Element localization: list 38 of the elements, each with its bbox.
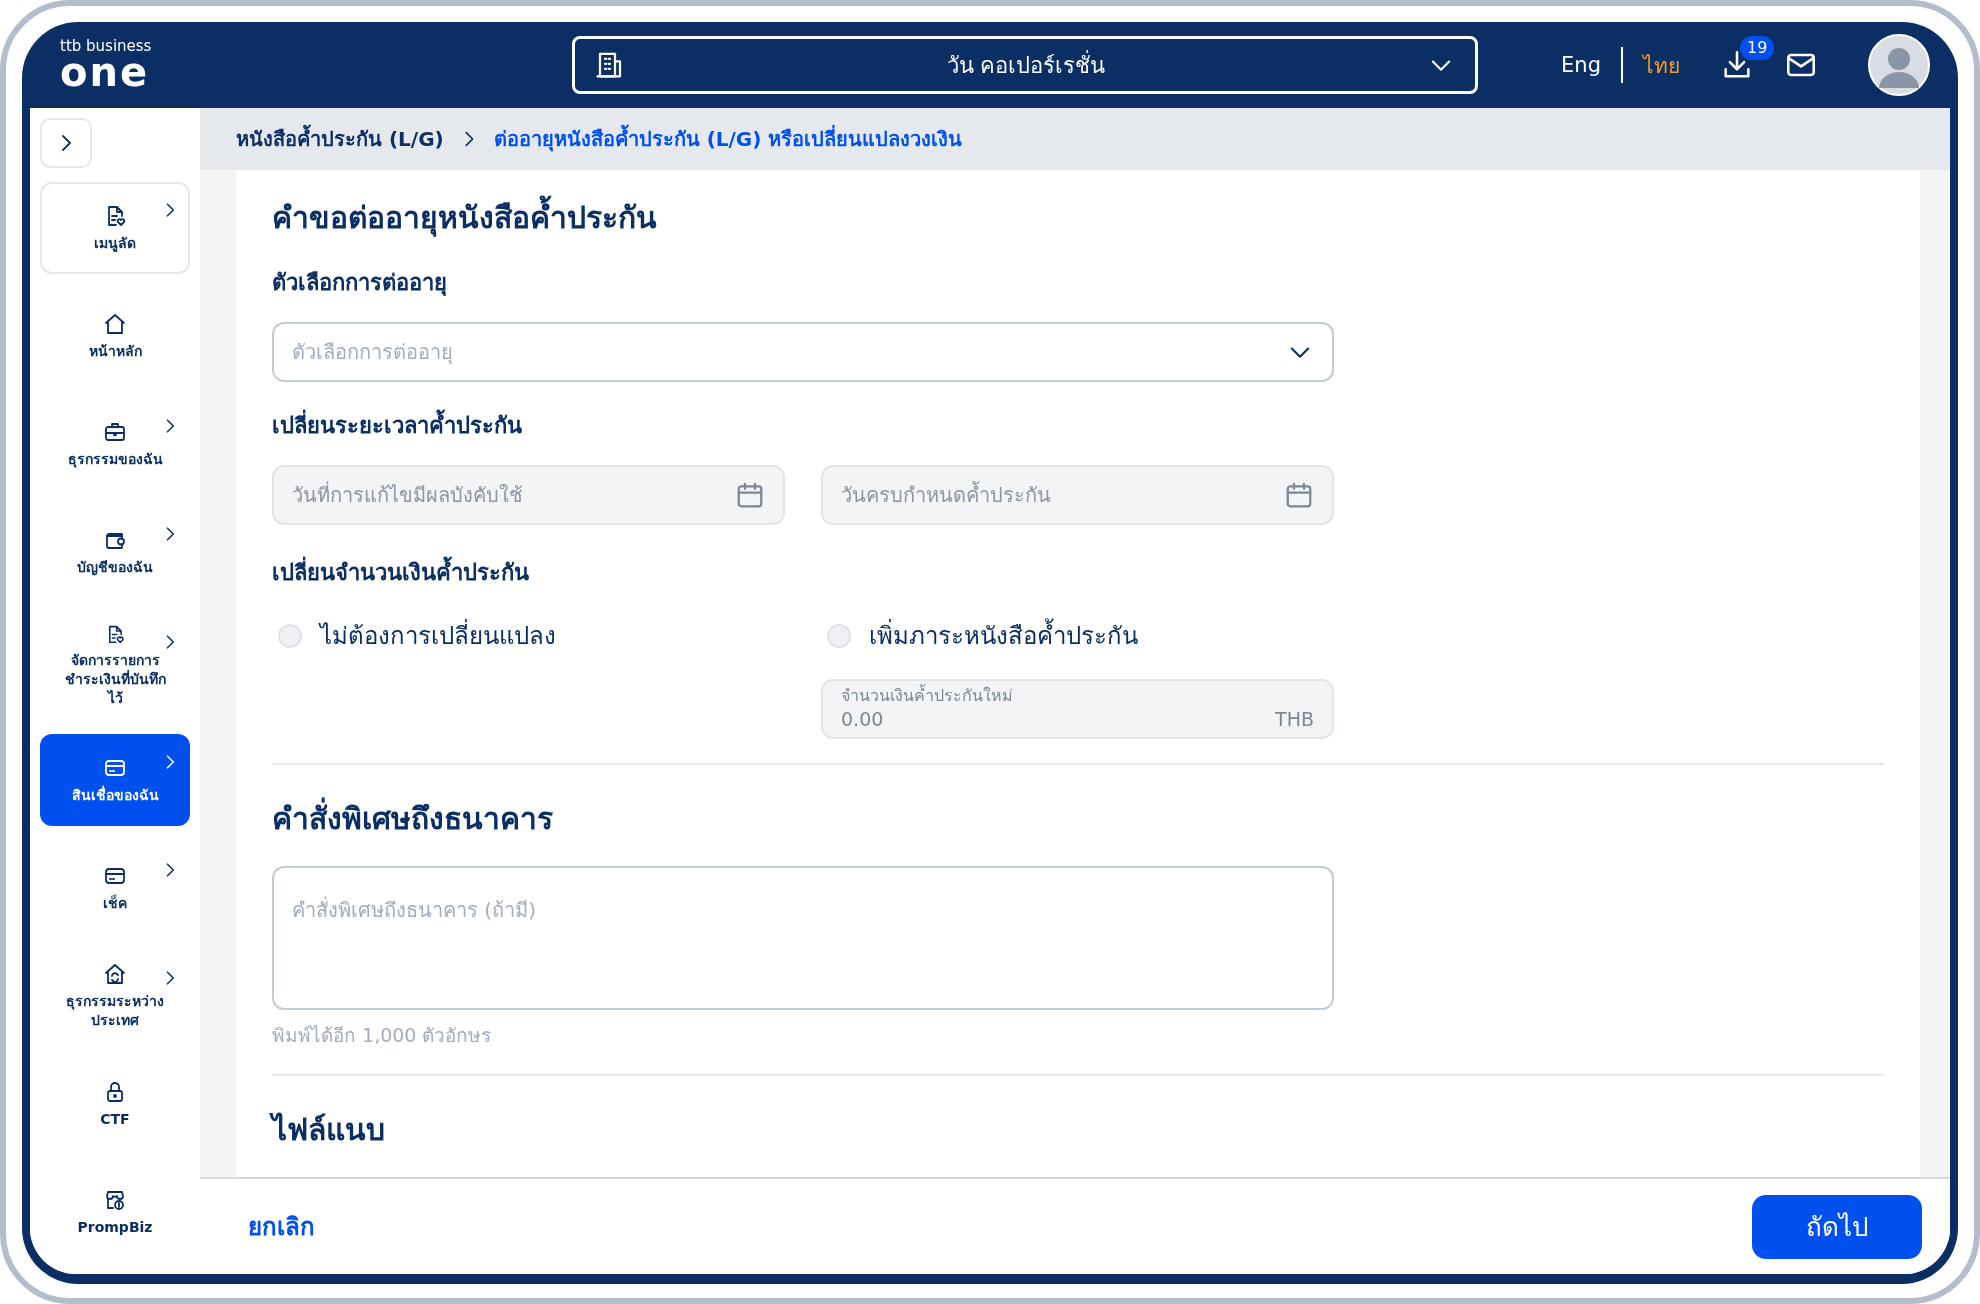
field-label: เปลี่ยนระยะเวลาค้ำประกัน	[272, 408, 1884, 443]
calendar-icon	[1284, 480, 1314, 510]
sidebar-label: เมนูลัด	[94, 233, 136, 253]
calendar-icon	[735, 480, 765, 510]
form-title: คำขอต่ออายุหนังสือค้ำประกัน	[272, 194, 1884, 241]
next-button[interactable]: ถัดไป	[1752, 1194, 1922, 1259]
section-title: คำสั่งพิเศษถึงธนาคาร	[272, 795, 1884, 842]
sidebar-label: ธุรกรรมระหว่างประเทศ	[65, 992, 165, 1030]
home-icon	[103, 311, 127, 336]
language-option[interactable]: Eng	[1561, 53, 1601, 77]
logo[interactable]: ttb business one	[60, 38, 180, 92]
radio-button[interactable]	[827, 623, 851, 648]
house-exchange-icon	[103, 962, 127, 987]
instructions-field[interactable]: คำสั่งพิเศษถึงธนาคาร (ถ้ามี)	[272, 866, 1334, 1010]
radio-label: ไม่ต้องการเปลี่ยนแปลง	[320, 616, 556, 655]
sidebar-label: สินเชื่อของฉัน	[71, 785, 159, 805]
sidebar-label: เช็ค	[103, 893, 127, 913]
character-count: พิมพ์ได้อีก 1,000 ตัวอักษร	[272, 1023, 493, 1048]
language-option[interactable]: ไทย	[1643, 48, 1680, 82]
breadcrumb-link[interactable]: หนังสือค้ำประกัน (L/G)	[236, 123, 444, 155]
radio-label: เพิ่มภาระหนังสือค้ำประกัน	[869, 616, 1138, 655]
field-label: เปลี่ยนจำนวนเงินค้ำประกัน	[272, 555, 1884, 590]
avatar[interactable]	[1868, 34, 1930, 96]
sidebar-item[interactable]: เมนูลัด	[40, 182, 190, 275]
cancel-button[interactable]: ยกเลิก	[248, 1207, 315, 1246]
field-label: ตัวเลือกการต่ออายุ	[272, 269, 448, 298]
sidebar-item[interactable]: สินเชื่อของฉัน	[40, 734, 190, 826]
sidebar-label: หน้าหลัก	[88, 341, 142, 361]
sidebar-label: บัญชีของฉัน	[77, 557, 153, 577]
notification-badge: 19	[1740, 36, 1775, 60]
company-name: วัน คอเปอร์เรชั่น	[945, 49, 1107, 80]
sidebar-label: PrompBiz	[77, 1217, 153, 1237]
sidebar-label: ธุรกรรมของฉัน	[67, 449, 163, 469]
sidebar-label: จัดการรายการชำระเงินที่บันทึกไว้	[64, 651, 166, 708]
company-select[interactable]: วัน คอเปอร์เรชั่น	[572, 36, 1478, 94]
sidebar-label: CTF	[100, 1109, 130, 1129]
radio-button[interactable]	[278, 623, 302, 648]
breadcrumb-link[interactable]: ต่ออายุหนังสือค้ำประกัน (L/G) หรือเปลี่ยนแปลงวงเงิน	[493, 123, 963, 155]
